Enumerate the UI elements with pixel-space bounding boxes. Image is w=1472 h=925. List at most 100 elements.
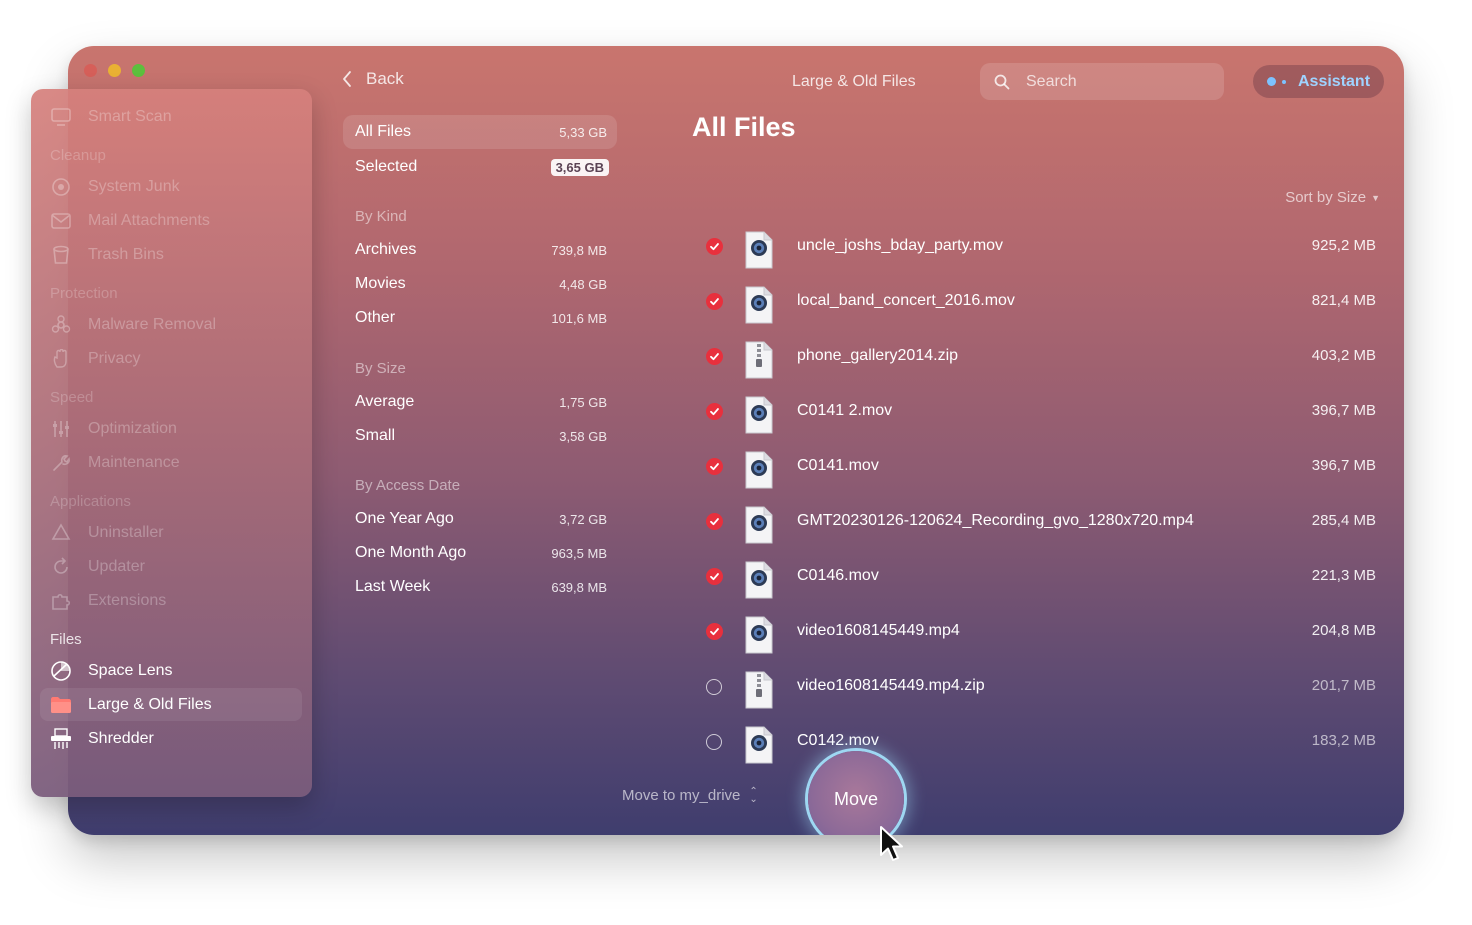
- checkbox-checked[interactable]: [706, 623, 723, 640]
- sidebar-item-shredder[interactable]: Shredder: [50, 724, 154, 754]
- sidebar-item-privacy[interactable]: Privacy: [50, 344, 140, 374]
- sidebar-item-label: Space Lens: [88, 662, 173, 679]
- video-file-icon: [745, 451, 773, 494]
- file-row[interactable]: C0142.mov 183,2 MB: [698, 718, 1376, 766]
- by-size-heading: By Size: [355, 360, 406, 377]
- category-label: All Files: [355, 123, 412, 140]
- sidebar-item-updater[interactable]: Updater: [50, 552, 145, 582]
- sidebar-section-speed: Speed: [50, 389, 94, 406]
- category-average[interactable]: Average 1,75 GB: [343, 385, 617, 419]
- sidebar-section-files: Files: [50, 631, 82, 648]
- file-name: video1608145449.mp4.zip: [797, 677, 985, 694]
- checkbox-checked[interactable]: [706, 403, 723, 420]
- assistant-dot-icon: [1267, 77, 1276, 86]
- move-destination-selector[interactable]: Move to my_drive ⌃ ⌄: [622, 787, 758, 805]
- category-label: Other: [355, 309, 396, 326]
- zip-file-icon: [745, 671, 773, 714]
- puzzle-icon: [50, 590, 72, 612]
- sidebar-item-optimization[interactable]: Optimization: [50, 414, 177, 444]
- video-file-icon: [745, 616, 773, 659]
- category-all-files[interactable]: All Files 5,33 GB: [343, 115, 617, 149]
- checkbox-unchecked[interactable]: [706, 679, 722, 695]
- sidebar-item-label: System Junk: [88, 178, 180, 195]
- category-last-week[interactable]: Last Week 639,8 MB: [343, 570, 617, 604]
- video-file-icon: [745, 506, 773, 549]
- sidebar-item-extensions[interactable]: Extensions: [50, 586, 166, 616]
- file-row[interactable]: C0146.mov 221,3 MB: [698, 553, 1376, 601]
- category-other[interactable]: Other 101,6 MB: [343, 301, 617, 335]
- checkbox-checked[interactable]: [706, 293, 723, 310]
- sort-label: Sort by Size: [1285, 189, 1367, 206]
- sidebar-item-mail-attachments[interactable]: Mail Attachments: [50, 206, 210, 236]
- move-button-label: Move: [833, 788, 878, 809]
- category-label: Selected: [355, 158, 418, 175]
- checkbox-unchecked[interactable]: [706, 734, 722, 750]
- category-one-month-ago[interactable]: One Month Ago 963,5 MB: [343, 536, 617, 570]
- checkbox-checked[interactable]: [706, 568, 723, 585]
- caret-down-icon: ▼: [1371, 192, 1380, 203]
- sidebar-item-label: Mail Attachments: [88, 212, 210, 229]
- back-button[interactable]: Back: [342, 69, 404, 89]
- file-row[interactable]: C0141 2.mov 396,7 MB: [698, 388, 1376, 436]
- sidebar-section-cleanup: Cleanup: [50, 147, 106, 164]
- assistant-button[interactable]: Assistant: [1253, 65, 1384, 98]
- sidebar-item-malware-removal[interactable]: Malware Removal: [50, 310, 216, 340]
- biohazard-icon: [50, 314, 72, 336]
- sidebar: Smart Scan Cleanup System Junk Mail Atta…: [31, 89, 312, 797]
- checkbox-checked[interactable]: [706, 238, 723, 255]
- file-row[interactable]: video1608145449.mp4.zip 201,7 MB: [698, 663, 1376, 711]
- category-label: One Month Ago: [355, 544, 467, 561]
- file-row[interactable]: local_band_concert_2016.mov 821,4 MB: [698, 278, 1376, 326]
- category-size: 639,8 MB: [551, 579, 607, 595]
- category-label: Small: [355, 427, 396, 444]
- sidebar-item-large-old-files[interactable]: Large & Old Files: [50, 690, 212, 720]
- file-name: local_band_concert_2016.mov: [797, 292, 1015, 309]
- close-window-button[interactable]: [84, 64, 97, 77]
- sidebar-item-system-junk[interactable]: System Junk: [50, 172, 180, 202]
- file-name: C0141 2.mov: [797, 402, 893, 419]
- zip-file-icon: [745, 341, 773, 384]
- category-label: Movies: [355, 275, 406, 292]
- sidebar-item-space-lens[interactable]: Space Lens: [50, 656, 173, 686]
- checkbox-checked[interactable]: [706, 513, 723, 530]
- category-size: 3,58 GB: [559, 428, 607, 444]
- file-row[interactable]: GMT20230126-120624_Recording_gvo_1280x72…: [698, 498, 1376, 546]
- sidebar-item-label: Privacy: [88, 350, 141, 367]
- sidebar-item-trash-bins[interactable]: Trash Bins: [50, 240, 164, 270]
- video-file-icon: [745, 396, 773, 439]
- file-row[interactable]: phone_gallery2014.zip 403,2 MB: [698, 333, 1376, 381]
- checkbox-checked[interactable]: [706, 348, 723, 365]
- category-movies[interactable]: Movies 4,48 GB: [343, 267, 617, 301]
- zoom-window-button[interactable]: [132, 64, 145, 77]
- file-size: 821,4 MB: [1311, 292, 1376, 309]
- sidebar-item-uninstaller[interactable]: Uninstaller: [50, 518, 164, 548]
- checkbox-checked[interactable]: [706, 458, 723, 475]
- file-row[interactable]: C0141.mov 396,7 MB: [698, 443, 1376, 491]
- sidebar-item-smart-scan[interactable]: Smart Scan: [50, 102, 172, 132]
- category-small[interactable]: Small 3,58 GB: [343, 419, 617, 453]
- category-size: 4,48 GB: [559, 276, 607, 292]
- video-file-icon: [745, 231, 773, 274]
- category-size: 739,8 MB: [551, 242, 607, 258]
- category-size: 5,33 GB: [559, 124, 607, 140]
- file-row[interactable]: video1608145449.mp4 204,8 MB: [698, 608, 1376, 656]
- category-selected[interactable]: Selected 3,65 GB: [343, 150, 617, 184]
- file-row[interactable]: uncle_joshs_bday_party.mov 925,2 MB: [698, 223, 1376, 271]
- category-size: 3,72 GB: [559, 511, 607, 527]
- search-placeholder: Search: [1026, 72, 1077, 90]
- assistant-label: Assistant: [1298, 72, 1371, 90]
- search-field[interactable]: Search: [980, 63, 1224, 100]
- uninstaller-icon: [50, 522, 72, 544]
- window-title: Large & Old Files: [792, 73, 916, 90]
- category-label: Archives: [355, 241, 417, 258]
- sidebar-item-maintenance[interactable]: Maintenance: [50, 448, 180, 478]
- minimize-window-button[interactable]: [108, 64, 121, 77]
- assistant-small-dot-icon: [1282, 79, 1286, 84]
- file-name: C0142.mov: [797, 732, 879, 749]
- category-archives[interactable]: Archives 739,8 MB: [343, 233, 617, 267]
- sort-dropdown[interactable]: Sort by Size ▼: [1285, 189, 1380, 206]
- file-name: C0141.mov: [797, 457, 879, 474]
- category-one-year-ago[interactable]: One Year Ago 3,72 GB: [343, 502, 617, 536]
- file-name: GMT20230126-120624_Recording_gvo_1280x72…: [797, 512, 1194, 529]
- file-size: 403,2 MB: [1311, 347, 1376, 364]
